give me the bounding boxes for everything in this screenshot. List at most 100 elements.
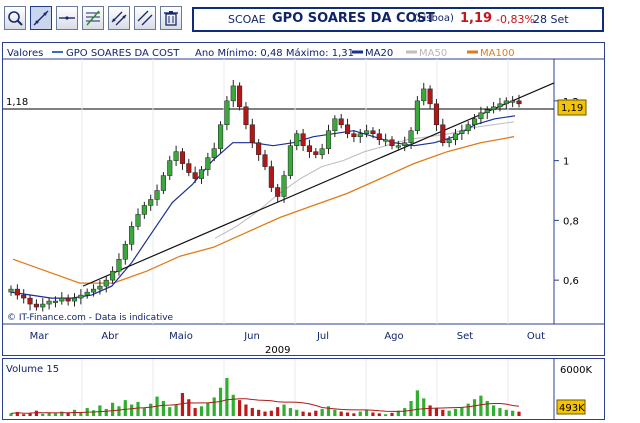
year-label: 2009 (265, 345, 290, 355)
volume-bar (238, 400, 242, 416)
chart-legend: Valores GPO SOARES DA COST Ano Mínimo: 0… (7, 47, 515, 59)
price-chart-svg: Valores GPO SOARES DA COST Ano Mínimo: 0… (3, 47, 604, 355)
candle (148, 199, 154, 206)
candle (52, 300, 59, 303)
candle (364, 130, 370, 134)
volume-bar (180, 393, 185, 416)
quote-header: SCOAE GPO SOARES DA COST (Lisboa) 1,19 -… (192, 7, 604, 32)
volume-bar (212, 397, 216, 416)
candle (472, 118, 478, 126)
candle (71, 297, 78, 302)
candle (383, 139, 389, 142)
candle (300, 133, 306, 146)
volume-bar (415, 390, 419, 416)
volume-bar (434, 408, 439, 416)
candle (135, 214, 141, 227)
volume-bar (257, 409, 261, 416)
volume-bar (123, 400, 127, 416)
chart-app: SCOAE GPO SOARES DA COST (Lisboa) 1,19 -… (0, 0, 640, 423)
volume-bar (453, 408, 458, 416)
candle (110, 270, 116, 281)
candle (198, 169, 205, 179)
volume-bar (371, 412, 375, 416)
volume-bar (295, 409, 299, 416)
candle (33, 303, 39, 308)
volume-bar (263, 411, 267, 416)
candle (268, 166, 274, 188)
diagonal-line-icon (33, 10, 49, 26)
volume-bar (409, 400, 413, 416)
volume-bar (174, 404, 178, 416)
candle (351, 133, 357, 137)
candle (65, 297, 71, 302)
month-label: Mar (30, 331, 50, 342)
candle (402, 142, 408, 146)
parallel-lines-tool-button[interactable] (134, 6, 156, 30)
volume-bar (142, 408, 146, 416)
candle (141, 205, 147, 215)
candle (84, 291, 90, 296)
candle (122, 244, 128, 260)
fibonacci-icon (86, 10, 100, 26)
market-name: (Lisboa) (414, 13, 454, 24)
candle (40, 303, 46, 308)
volume-bar (244, 404, 248, 416)
volume-bar (282, 404, 286, 416)
candle (446, 139, 452, 143)
horizontal-line-tool-button[interactable] (56, 6, 78, 30)
volume-bar (111, 402, 115, 416)
volume-bar (199, 406, 204, 416)
month-label: Jul (316, 331, 329, 342)
volume-bar (511, 410, 515, 416)
volume-current-value: 493K (559, 403, 585, 414)
candle (262, 154, 268, 167)
price-chart-panel[interactable]: Valores GPO SOARES DA COST Ano Mínimo: 0… (2, 42, 605, 356)
volume-bar (117, 406, 121, 416)
candle (338, 118, 344, 126)
month-label: Ago (384, 331, 403, 342)
candle (306, 145, 312, 152)
candle (287, 145, 293, 176)
fibonacci-tool-button[interactable] (82, 6, 104, 30)
draw-line-tool-button[interactable] (30, 6, 52, 30)
candle (281, 175, 287, 197)
trash-icon (164, 11, 178, 26)
candle (46, 300, 52, 305)
volume-bar (41, 413, 45, 416)
security-name: GPO SOARES DA COST (272, 11, 435, 26)
delete-tool-button[interactable] (160, 6, 182, 30)
ma50-line (214, 121, 515, 239)
legend-series-name: GPO SOARES DA COST (66, 48, 180, 59)
price-tick-label: 0,8 (563, 216, 579, 227)
volume-bar (472, 399, 477, 416)
volume-bar (136, 401, 140, 416)
channel-icon (111, 11, 127, 26)
candle (294, 133, 300, 146)
candle (237, 85, 243, 108)
volume-bar (288, 408, 292, 416)
month-label: Out (527, 331, 545, 342)
price-tick-label: 1 (563, 157, 569, 168)
candle (256, 142, 262, 155)
volume-bar (339, 411, 343, 416)
candle (395, 145, 401, 148)
candle (224, 100, 230, 126)
volume-bar (66, 412, 70, 416)
volume-bar (193, 408, 197, 416)
legend-ma50: MA50 (419, 48, 447, 59)
candle (491, 106, 497, 111)
volume-panel[interactable]: Volume 15 6000K 493K (2, 358, 605, 420)
legend-valores: Valores (7, 48, 43, 59)
month-gridlines (81, 59, 509, 324)
last-price: 1,19 (460, 11, 493, 26)
volume-bar (130, 404, 134, 416)
candle (376, 133, 382, 140)
volume-bar (460, 407, 464, 416)
volume-bars-layer (9, 378, 521, 416)
zoom-tool-button[interactable] (4, 6, 26, 30)
candle (78, 294, 84, 299)
volume-bar (466, 403, 470, 416)
channel-tool-button[interactable] (108, 6, 130, 30)
candle (332, 118, 338, 131)
candle (433, 103, 439, 126)
